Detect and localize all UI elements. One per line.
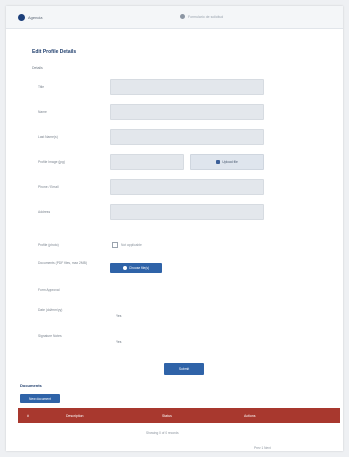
upload-icon — [122, 266, 127, 270]
field-label: Profile (photo) — [38, 243, 59, 247]
column-header[interactable]: Status — [162, 414, 172, 418]
phone-email-input[interactable] — [110, 179, 264, 195]
form-title: Edit Profile Details — [32, 49, 77, 55]
top-bar-title-text: Formulario de solicitud — [188, 14, 224, 19]
section-label: Details — [32, 66, 43, 70]
upload-button-label: Upload file — [222, 160, 238, 164]
logo[interactable]: Agencia — [18, 14, 42, 21]
checkbox-label: Not applicable — [121, 243, 142, 247]
upload-icon — [216, 160, 221, 164]
table-header: # Description Status Actions — [18, 408, 340, 423]
column-header: # — [27, 413, 29, 418]
logo-icon — [18, 14, 25, 21]
profile-image-input[interactable] — [110, 154, 184, 170]
pagination[interactable]: Prev 1 Next — [254, 446, 271, 450]
submit-button[interactable]: Submit — [164, 363, 204, 375]
logo-text: Agencia — [28, 15, 43, 20]
not-applicable-option[interactable]: Not applicable — [112, 242, 142, 248]
circle-icon — [180, 14, 185, 19]
choose-files-label: Choose file(s) — [128, 266, 150, 270]
name-input[interactable] — [110, 104, 264, 120]
new-document-button[interactable]: New document — [20, 394, 60, 403]
page: Agencia Formulario de solicitud Edit Pro… — [6, 6, 343, 451]
title-input[interactable] — [110, 79, 264, 95]
not-applicable-checkbox[interactable] — [112, 242, 118, 248]
documents-title: Documents — [20, 383, 42, 388]
address-input[interactable] — [110, 204, 264, 220]
top-bar: Agencia Formulario de solicitud — [6, 6, 343, 29]
field-label: Date (dd/mm/yy) — [38, 308, 63, 312]
new-document-label: New document — [29, 396, 51, 401]
column-header: Actions — [244, 413, 256, 418]
field-label: Documents (PDF files, max 2MB) — [38, 261, 87, 265]
submit-button-label: Submit — [178, 367, 190, 371]
field-label: Profile Image (jpg) — [38, 160, 65, 164]
field-label: Signature Notes — [38, 334, 62, 338]
choose-files-button[interactable]: Choose file(s) — [110, 263, 162, 273]
field-label: Form Approval — [38, 288, 60, 292]
upload-button[interactable]: Upload file — [190, 154, 264, 170]
field-value: Yes — [116, 314, 122, 318]
table-footer: Showing 0 of 0 records — [146, 431, 179, 435]
field-label: Address — [38, 210, 51, 214]
last-name-input[interactable] — [110, 129, 264, 145]
field-label: Last Name(s) — [38, 135, 58, 139]
field-value: Yes — [116, 340, 122, 344]
field-label: Phone / Email — [38, 185, 59, 189]
field-label: Title — [38, 85, 45, 89]
field-label: Name — [38, 110, 47, 114]
top-bar-title: Formulario de solicitud — [180, 14, 223, 19]
column-header[interactable]: Description — [66, 414, 84, 418]
